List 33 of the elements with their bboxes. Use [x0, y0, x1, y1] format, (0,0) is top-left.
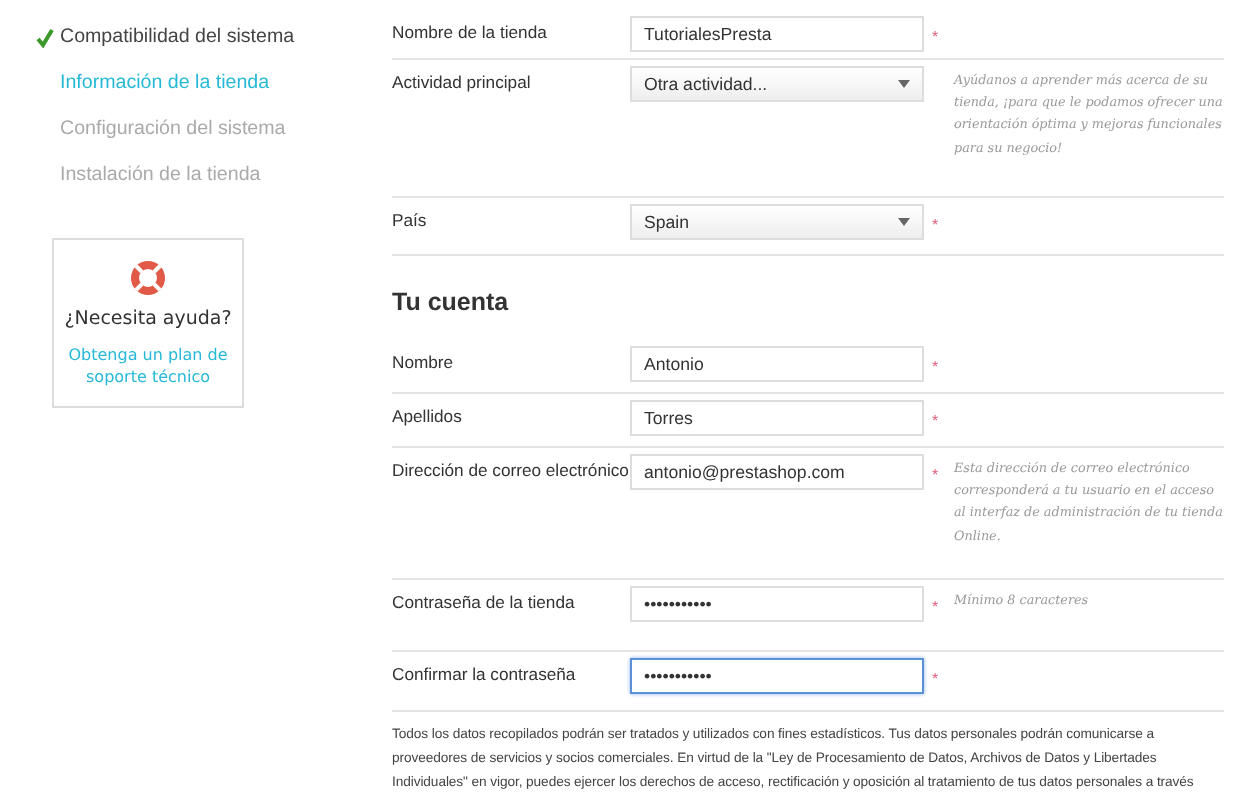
required-mark: * [930, 596, 939, 616]
field-label: Contraseña de la tienda [392, 590, 577, 612]
step-item: Configuración del sistema [60, 118, 286, 140]
checkmark-icon [36, 27, 54, 47]
required-mark: * [930, 464, 939, 484]
required-mark: * [930, 410, 939, 430]
field-label: País [392, 208, 429, 230]
input-field[interactable]: Torres [630, 400, 924, 436]
step-item: Información de la tienda [60, 72, 270, 94]
input-field[interactable]: ••••••••••• [630, 586, 924, 622]
field-label: Actividad principal [392, 70, 533, 92]
required-mark: * [930, 668, 939, 688]
select-field[interactable]: Spain [630, 204, 924, 240]
required-mark: * [930, 356, 939, 376]
field-label: Nombre de la tienda [392, 20, 549, 42]
caret-icon [898, 80, 910, 88]
select-field[interactable]: Otra actividad... [630, 66, 924, 102]
help-title: ¿Necesita ayuda? [64, 308, 232, 330]
field-label: Apellidos [392, 404, 464, 426]
caret-icon [898, 218, 910, 226]
input-field[interactable]: Antonio [630, 346, 924, 382]
input-field[interactable]: ••••••••••• [630, 658, 924, 694]
lifebuoy-icon [130, 260, 166, 296]
required-mark: * [930, 26, 939, 46]
input-field[interactable]: antonio@prestashop.com [630, 454, 924, 490]
field-label: Nombre [392, 350, 456, 372]
field-label: Confirmar la contraseña [392, 662, 578, 684]
input-field[interactable]: TutorialesPresta [630, 16, 924, 52]
required-mark: * [930, 214, 939, 234]
section-heading: Tu cuenta [392, 286, 511, 320]
step-item: Instalación de la tienda [60, 164, 261, 186]
step-item: Compatibilidad del sistema [60, 26, 295, 48]
field-label: Dirección de correo electrónico [392, 458, 630, 480]
